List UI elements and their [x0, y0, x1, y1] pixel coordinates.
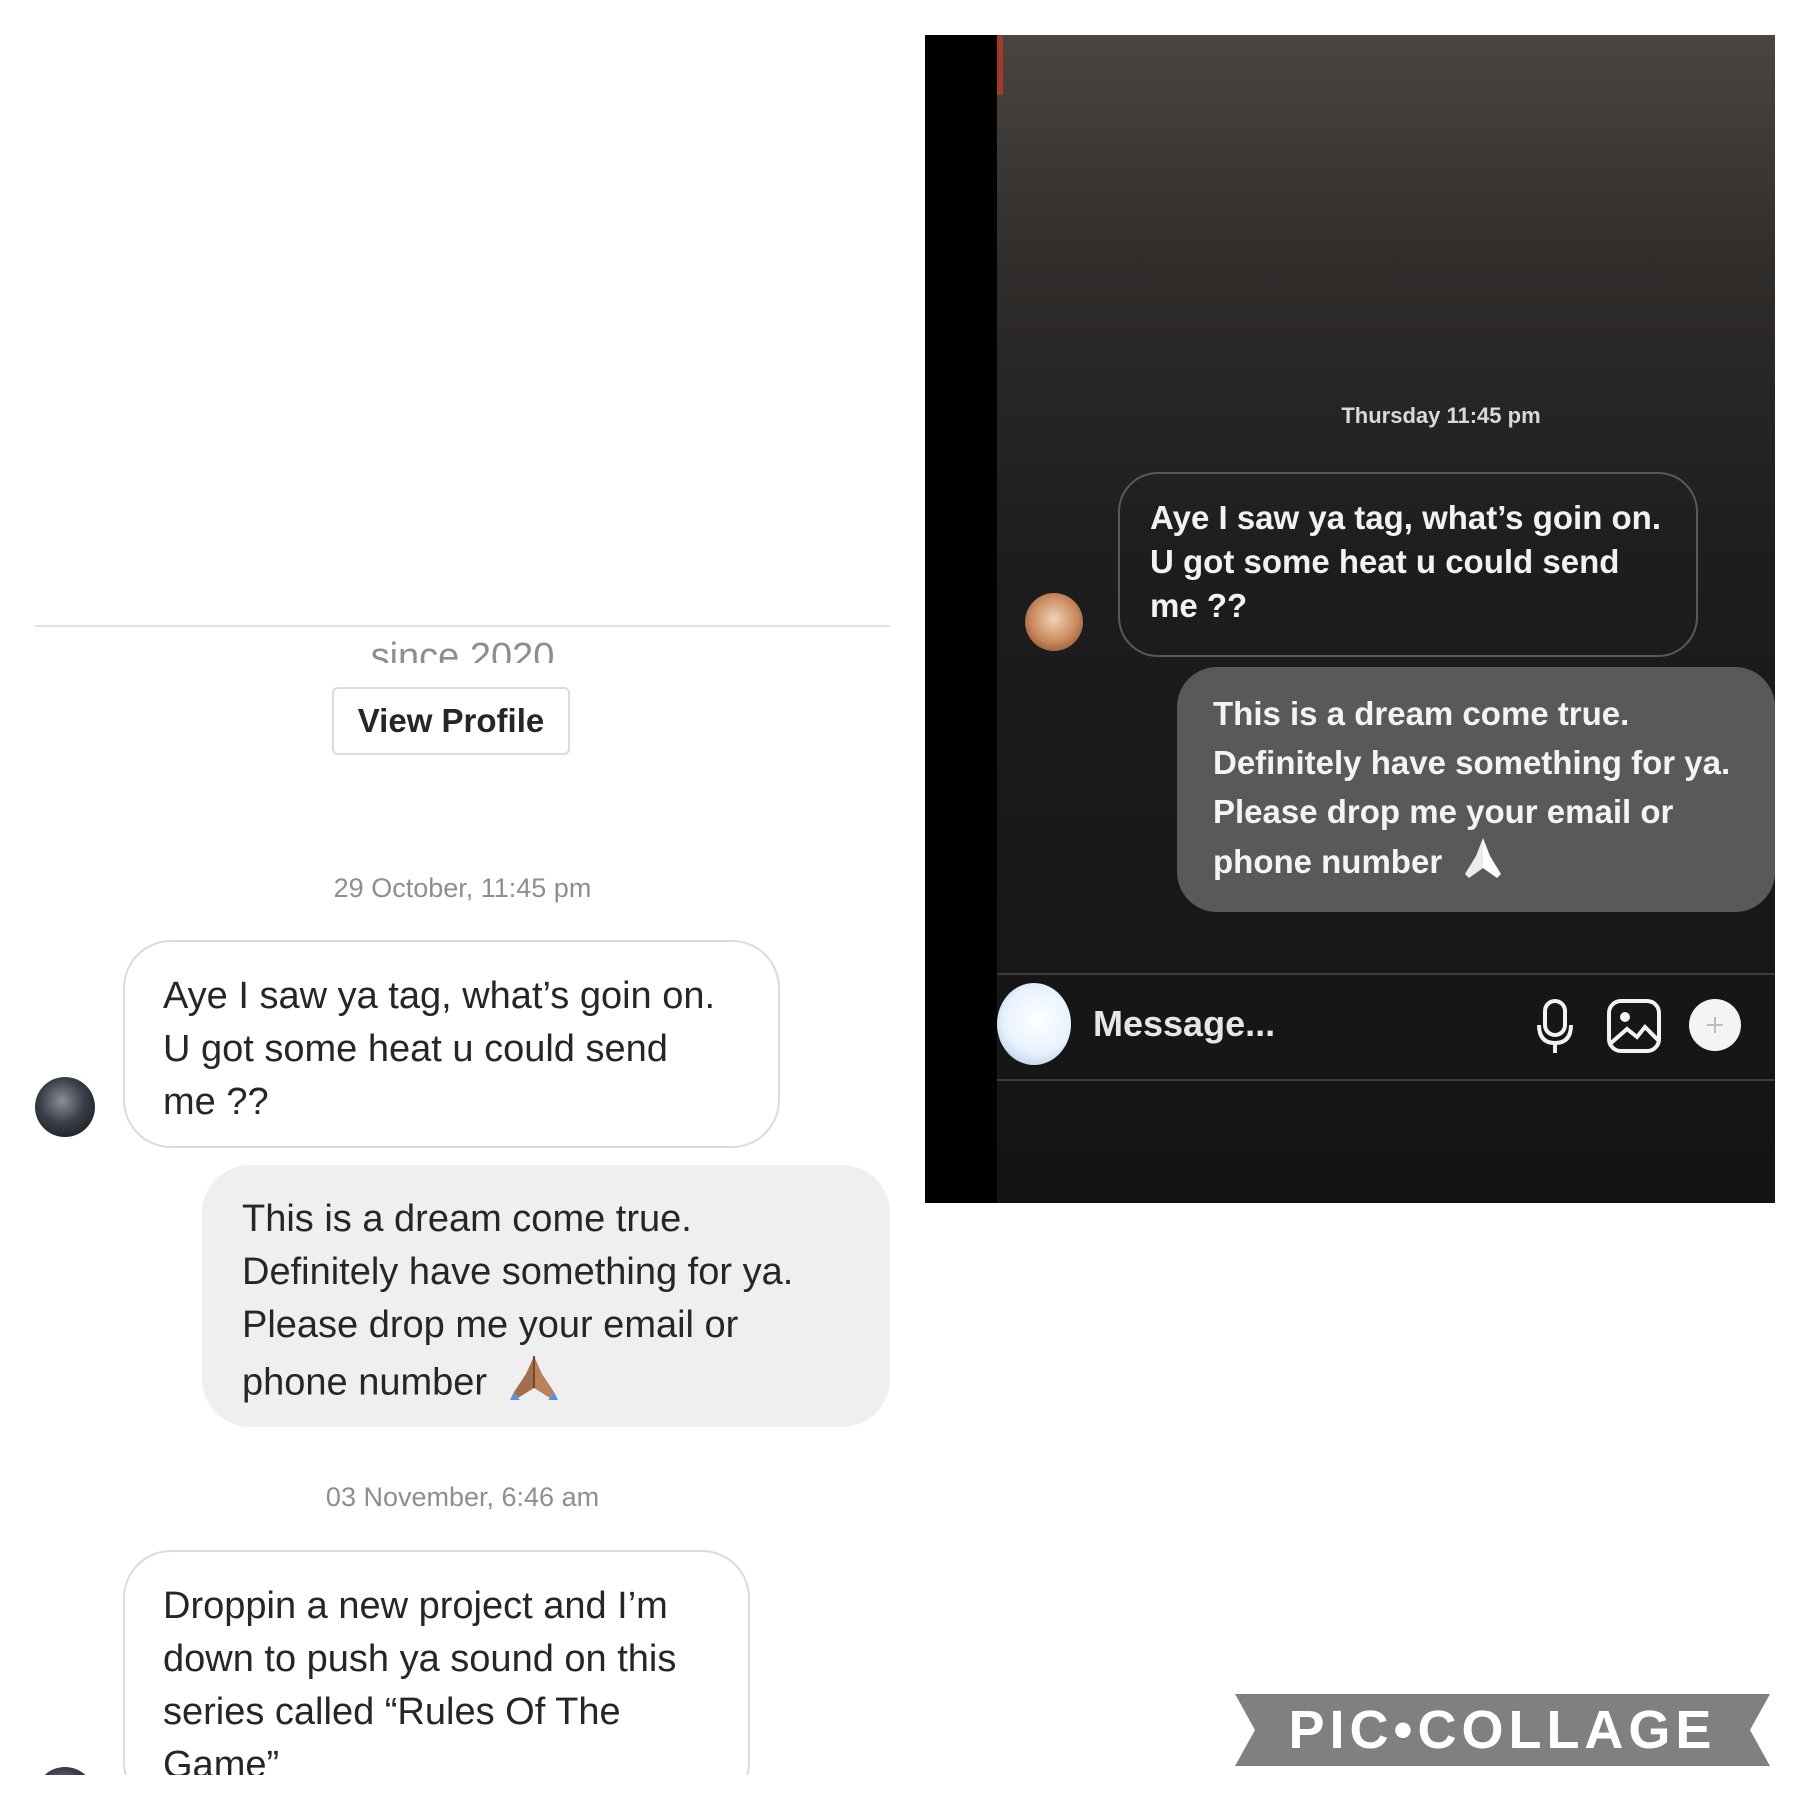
incoming-message-bubble: Droppin a new project and I’m down to pu… [123, 1550, 750, 1775]
message-line: phone number [1213, 843, 1443, 881]
sender-avatar[interactable] [35, 1767, 95, 1775]
message-timestamp: 03 November, 6:46 am [325, 1482, 600, 1512]
message-line: Please drop me your email or [1213, 793, 1674, 830]
microphone-icon[interactable] [1535, 997, 1575, 1062]
message-line: phone number [242, 1361, 488, 1404]
watermark-text: PIC•COLLAGE [1288, 1700, 1717, 1760]
light-chat-screenshot: since 2020 View Profile 29 October, 11:4… [35, 35, 890, 1775]
outgoing-message-bubble: This is a dream come true. Definitely ha… [1177, 667, 1775, 912]
message-timestamp: 29 October, 11:45 pm [333, 873, 592, 903]
sender-avatar[interactable] [1025, 593, 1083, 651]
dark-chat-photo: Thursday 11:45 pm Aye I saw ya tag, what… [925, 35, 1775, 1203]
message-line: me ?? [163, 1081, 269, 1123]
view-profile-button[interactable]: View Profile [332, 687, 570, 755]
screen-edge [997, 35, 1003, 95]
folded-hands-icon [508, 1352, 560, 1417]
message-line: U got some heat u could send [163, 1028, 668, 1070]
message-input-bar[interactable]: Message... [997, 973, 1775, 1081]
sender-avatar[interactable] [35, 1077, 95, 1137]
camera-icon[interactable] [997, 983, 1071, 1065]
incoming-message-bubble: Aye I saw ya tag, what’s goin on. U got … [123, 940, 780, 1148]
message-line: Aye I saw ya tag, what’s goin on. [1150, 499, 1662, 536]
message-line: U got some heat u could send [1150, 543, 1620, 580]
profile-since-text: since 2020 [370, 636, 555, 663]
outgoing-message-bubble: This is a dream come true. Definitely ha… [202, 1165, 890, 1427]
message-line: me ?? [1150, 587, 1248, 624]
header-divider [35, 625, 890, 627]
message-timestamp: Thursday 11:45 pm [1341, 403, 1541, 428]
message-line: series called “Rules Of The [163, 1691, 621, 1733]
add-icon[interactable] [1687, 997, 1743, 1058]
message-line: Droppin a new project and I’m [163, 1585, 668, 1627]
message-line: Definitely have something for ya. [242, 1251, 794, 1293]
gallery-icon[interactable] [1605, 997, 1663, 1060]
incoming-message-bubble: Aye I saw ya tag, what’s goin on. U got … [1118, 472, 1698, 657]
message-line: Game” [163, 1744, 280, 1775]
message-line: Aye I saw ya tag, what’s goin on. [163, 975, 716, 1017]
message-line: This is a dream come true. [1213, 695, 1630, 732]
message-line: down to push ya sound on this [163, 1638, 677, 1680]
folded-hands-icon [1461, 836, 1505, 893]
message-line: Definitely have something for ya. [1213, 744, 1731, 781]
pic-collage-watermark: PIC•COLLAGE [1235, 1694, 1770, 1766]
message-line: Please drop me your email or [242, 1304, 739, 1346]
message-input-placeholder[interactable]: Message... [1093, 1003, 1275, 1045]
message-line: This is a dream come true. [242, 1198, 692, 1240]
